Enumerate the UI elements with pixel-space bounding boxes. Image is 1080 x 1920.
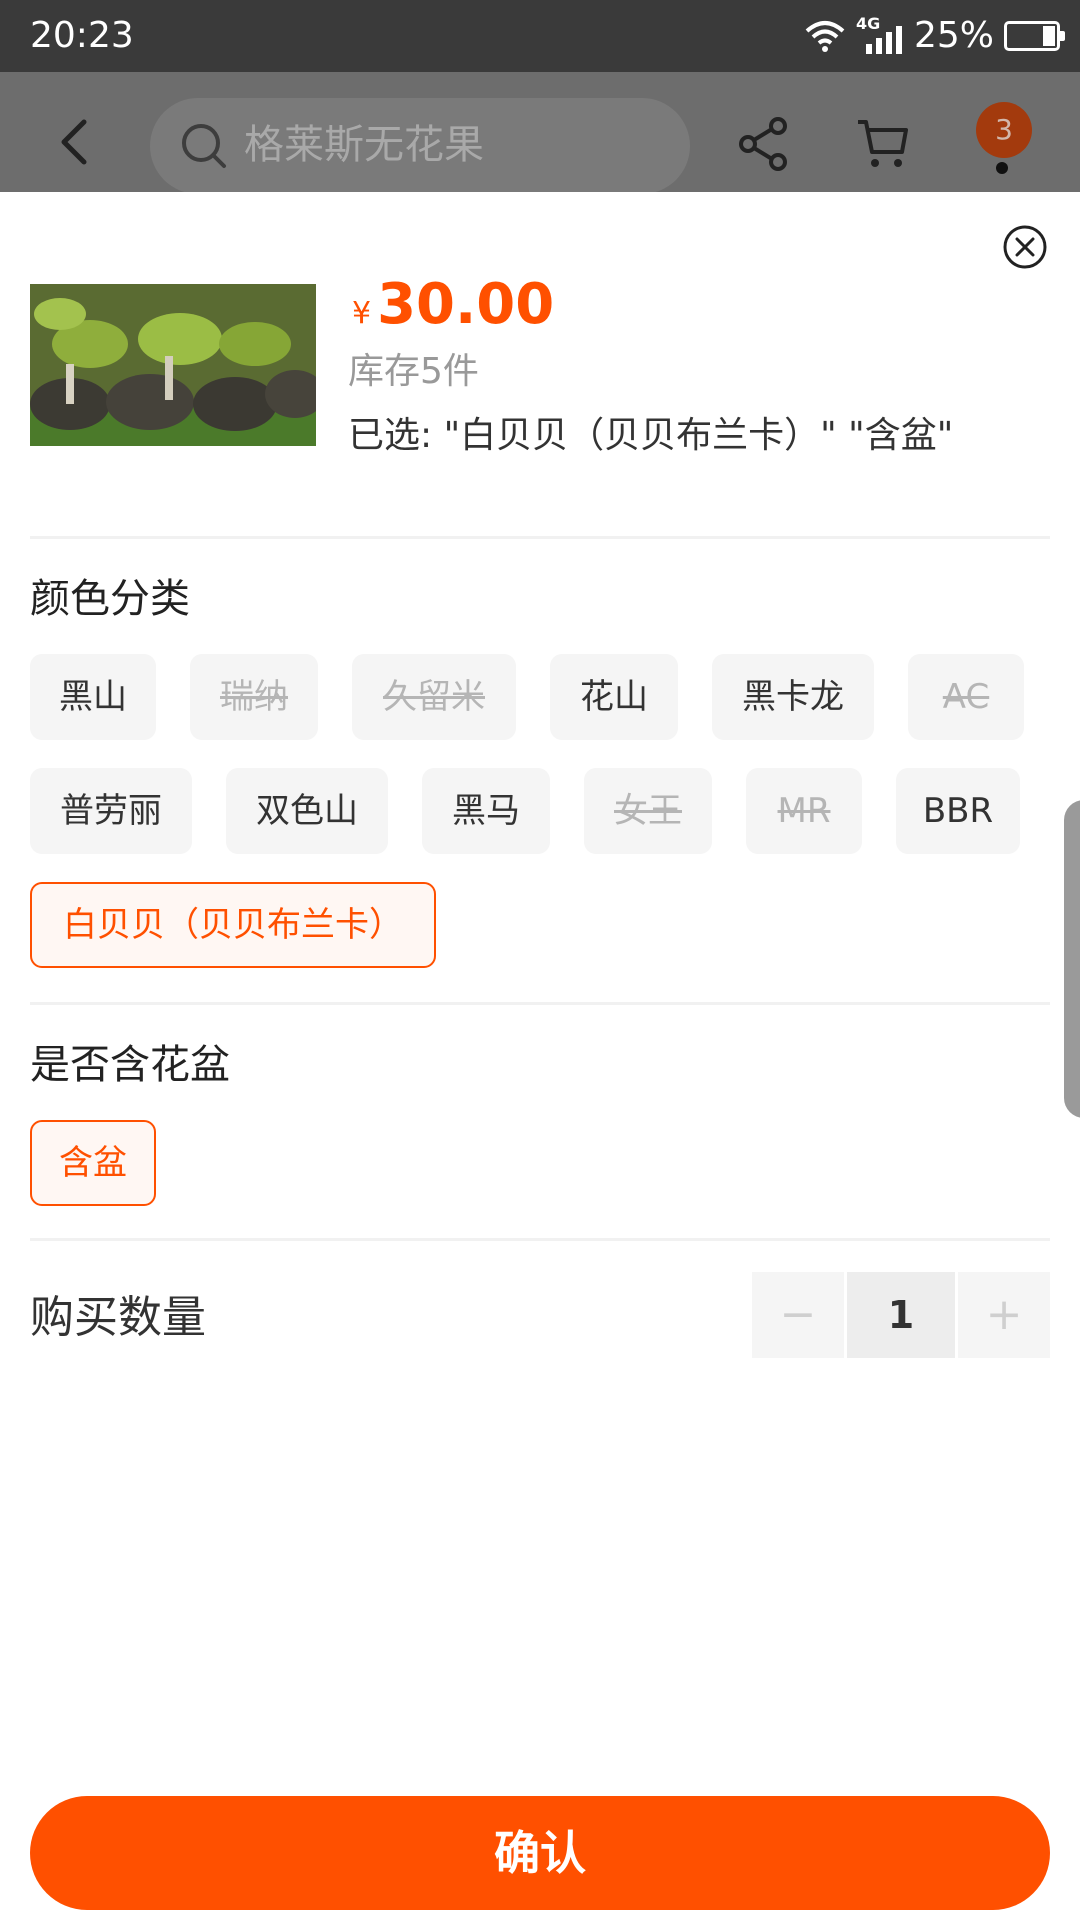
close-icon[interactable] <box>1002 224 1048 270</box>
color-option-chip-selected[interactable]: 白贝贝（贝贝布兰卡） <box>30 882 436 968</box>
price-value: 30.00 <box>377 272 555 337</box>
color-option-chip[interactable]: 女王 <box>584 768 712 854</box>
notification-badge[interactable]: 3 <box>976 102 1032 158</box>
side-drawer-handle[interactable] <box>1064 800 1080 1118</box>
quantity-value[interactable]: 1 <box>847 1272 955 1358</box>
status-time: 20:23 <box>30 15 134 56</box>
color-option-chip[interactable]: AC <box>908 654 1024 740</box>
battery-percent: 25% <box>913 15 994 56</box>
color-option-chip[interactable]: 久留米 <box>352 654 516 740</box>
stock-count: 库存5件 <box>348 351 479 392</box>
pot-option-chip-selected[interactable]: 含盆 <box>30 1120 156 1206</box>
share-icon[interactable] <box>736 116 790 172</box>
quantity-plus-button[interactable]: + <box>958 1272 1050 1358</box>
selected-summary: 已选: "白贝贝（贝贝布兰卡）" "含盆" <box>348 415 954 456</box>
price: ¥30.00 <box>352 270 554 340</box>
color-option-chip[interactable]: 花山 <box>550 654 678 740</box>
color-option-chip[interactable]: MR <box>746 768 862 854</box>
quantity-stepper: − 1 + <box>752 1272 1050 1358</box>
wifi-icon <box>805 21 845 52</box>
status-indicators: 4G 25% <box>804 14 1065 58</box>
quantity-label: 购买数量 <box>30 1292 206 1343</box>
color-option-chip[interactable]: 黑卡龙 <box>712 654 874 740</box>
color-option-chip[interactable]: 瑞纳 <box>190 654 318 740</box>
color-option-chip[interactable]: 黑山 <box>30 654 156 740</box>
back-icon[interactable] <box>50 112 100 172</box>
color-option-chip[interactable]: 普劳丽 <box>30 768 192 854</box>
color-section-title: 颜色分类 <box>30 576 190 622</box>
cart-icon[interactable] <box>854 116 910 172</box>
divider <box>30 1238 1050 1241</box>
color-option-chip[interactable]: 黑马 <box>422 768 550 854</box>
signal-icon: 4G <box>856 14 904 56</box>
currency-symbol: ¥ <box>352 296 372 331</box>
status-bar: 20:23 4G 25% <box>0 0 1080 72</box>
quantity-minus-button[interactable]: − <box>752 1272 844 1358</box>
more-menu-dot[interactable] <box>996 162 1008 174</box>
search-input[interactable]: 格莱斯无花果 <box>150 98 690 194</box>
product-image[interactable] <box>30 284 316 446</box>
color-option-chip[interactable]: 双色山 <box>226 768 388 854</box>
battery-icon <box>1004 21 1065 51</box>
search-icon <box>182 124 226 168</box>
page-header: 格莱斯无花果 3 <box>0 72 1080 194</box>
color-option-chip[interactable]: BBR <box>896 768 1020 854</box>
confirm-button[interactable]: 确认 <box>30 1796 1050 1910</box>
divider <box>30 1002 1050 1005</box>
pot-section-title: 是否含花盆 <box>30 1042 230 1088</box>
divider <box>30 536 1050 539</box>
battery-level <box>1043 26 1055 46</box>
search-placeholder: 格莱斯无花果 <box>244 122 484 168</box>
